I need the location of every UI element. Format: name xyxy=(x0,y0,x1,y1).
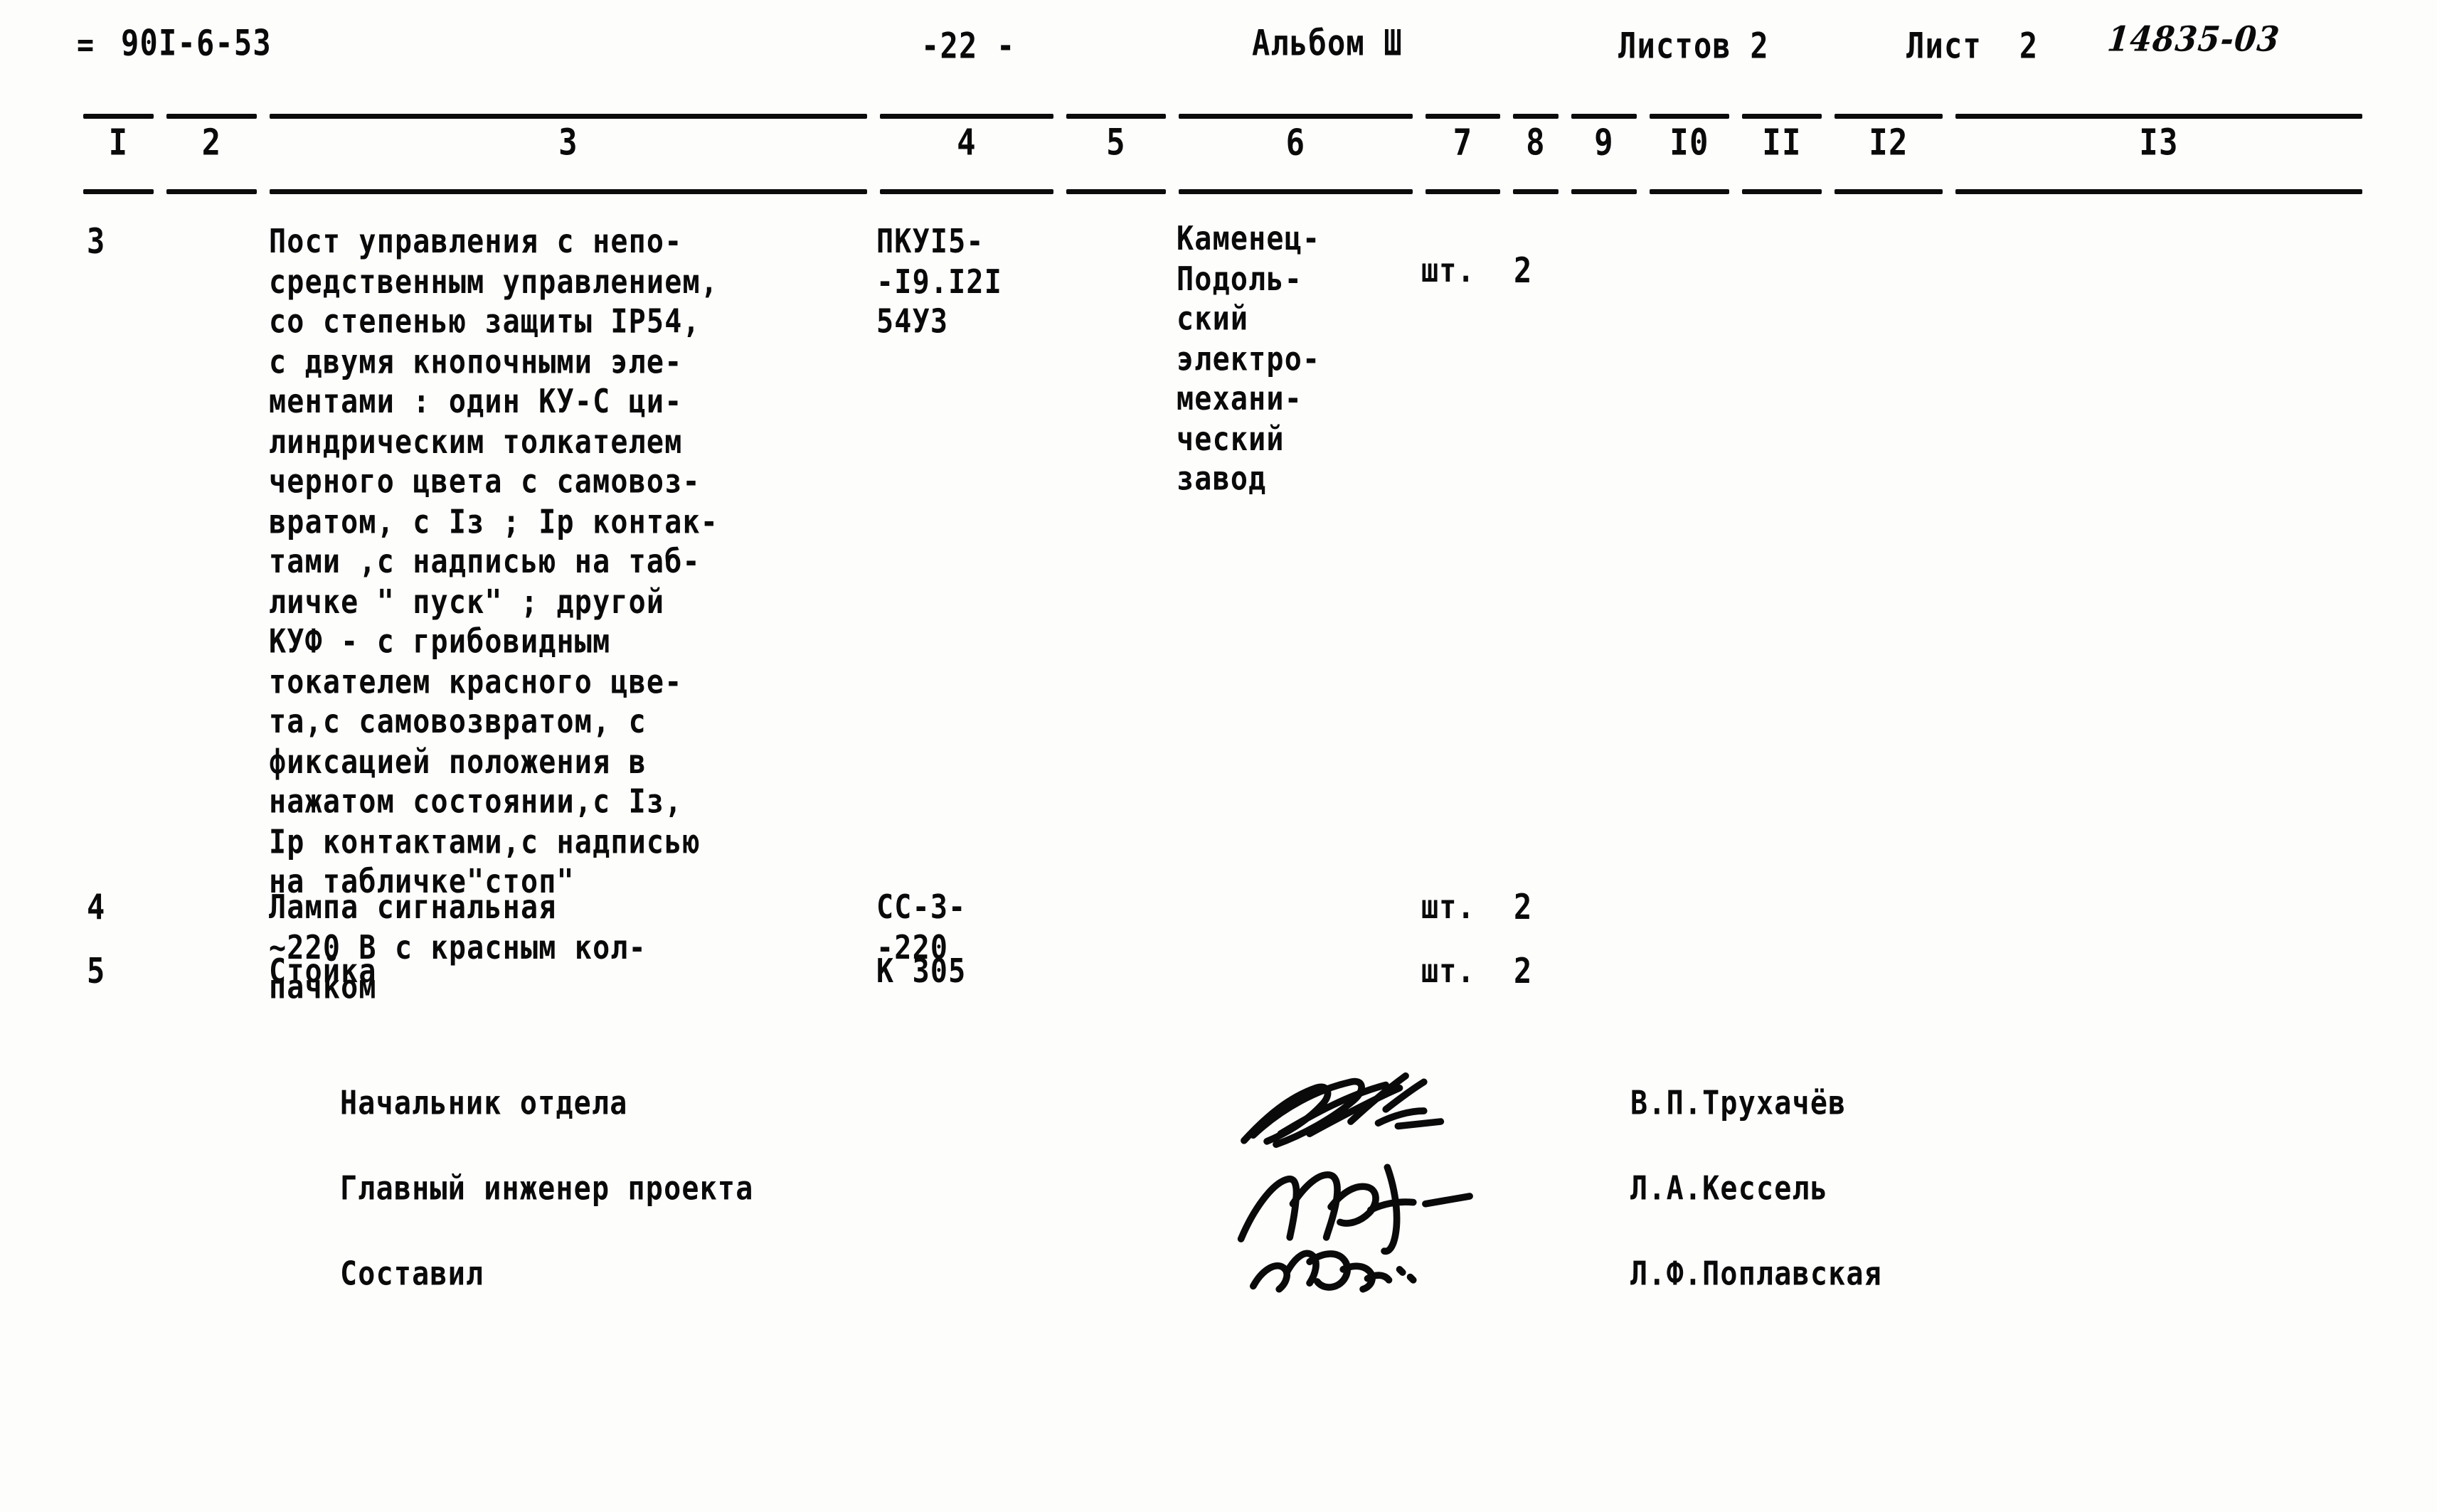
rule-segment xyxy=(1425,189,1500,194)
row-5-quantity: 2 xyxy=(1514,950,1533,991)
signature-role-2: Главный инженер проекта xyxy=(340,1169,754,1208)
column-number-2: 2 xyxy=(201,122,222,164)
row-3-type: ПКУI5- -I9.I2I 54УЗ xyxy=(876,223,1002,341)
row-3-quantity: 2 xyxy=(1514,250,1533,291)
column-number-13: I3 xyxy=(2139,122,2179,164)
rule-segment xyxy=(270,189,867,194)
column-number-row: I 2 3 4 5 6 7 8 9 I0 II I2 I3 xyxy=(0,114,2437,192)
column-number-11: II xyxy=(1762,122,1802,164)
column-number-10: I0 xyxy=(1669,122,1709,164)
signature-role-1: Начальник отдела xyxy=(340,1084,628,1122)
row-5-unit: шт. xyxy=(1421,952,1475,991)
rule-segment xyxy=(1650,189,1729,194)
signature-name-1: В.П.Трухачёв xyxy=(1630,1084,1847,1122)
sheets-total-label: Листов 2 xyxy=(1618,25,1769,67)
signature-block: Начальник отдела В.П.Трухачёв Главный инже… xyxy=(0,1067,2437,1365)
page-header: = 90I-6-53 -22 - Альбом Ш Листов 2 Лист … xyxy=(0,0,2437,100)
series-code: 90I-6-53 xyxy=(121,22,272,64)
column-number-5: 5 xyxy=(1106,122,1126,164)
album-label: Альбом Ш xyxy=(1252,22,1403,64)
rule-segment xyxy=(83,189,154,194)
series-mark: = xyxy=(77,26,95,65)
column-number-9: 9 xyxy=(1594,122,1614,164)
column-number-3: 3 xyxy=(558,122,578,164)
row-5-type: К З05 xyxy=(876,952,967,991)
signature-name-2: Л.А.Кессель xyxy=(1630,1169,1829,1208)
row-4-unit: шт. xyxy=(1421,888,1475,927)
rule-segment xyxy=(1835,189,1943,194)
column-number-8: 8 xyxy=(1526,122,1546,164)
row-5-position: 5 xyxy=(87,950,106,991)
signature-name-3: Л.Ф.Поплавская xyxy=(1630,1255,1882,1293)
signature-mark-3 xyxy=(1209,1239,1515,1346)
document-page: = 90I-6-53 -22 - Альбом Ш Листов 2 Лист … xyxy=(0,0,2437,1512)
column-number-1: I xyxy=(108,122,129,164)
column-number-6: 6 xyxy=(1285,122,1306,164)
rule-below-column-numbers xyxy=(0,0,2437,194)
rule-segment xyxy=(1955,189,2362,194)
rule-segment xyxy=(166,189,257,194)
page-number: -22 - xyxy=(921,25,1016,67)
sheet-current-label: Лист 2 xyxy=(1906,25,2039,67)
signature-role-3: Составил xyxy=(340,1255,484,1293)
column-number-7: 7 xyxy=(1453,122,1473,164)
rule-segment xyxy=(880,189,1053,194)
row-4-position: 4 xyxy=(87,886,106,927)
row-3-manufacturer: Каменец- Подоль- ский электро- механи- ч… xyxy=(1177,220,1321,499)
rule-segment xyxy=(1179,189,1413,194)
rule-segment xyxy=(1513,189,1559,194)
row-4-quantity: 2 xyxy=(1514,886,1533,927)
row-3-position: 3 xyxy=(87,220,106,262)
row-3-name: Пост управления с непо- средственным упр… xyxy=(269,223,719,901)
row-5-name: Стойка xyxy=(269,952,377,991)
rule-segment xyxy=(1066,189,1166,194)
rule-segment xyxy=(1742,189,1822,194)
rule-segment xyxy=(1571,189,1637,194)
order-number-handwritten: 14835-03 xyxy=(2106,19,2282,60)
row-3-unit: шт. xyxy=(1421,252,1475,290)
column-number-4: 4 xyxy=(957,122,977,164)
column-number-12: I2 xyxy=(1869,122,1908,164)
